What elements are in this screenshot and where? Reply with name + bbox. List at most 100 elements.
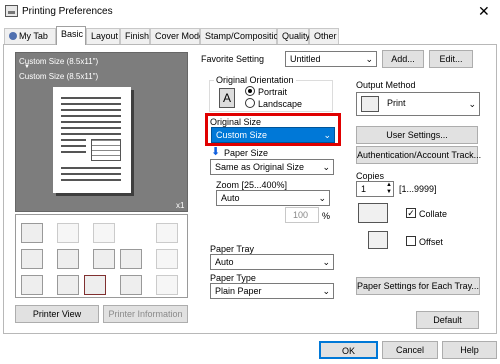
button-label: OK [341, 346, 355, 356]
paper-size-select[interactable]: Same as Original Size ⌄ [210, 159, 334, 175]
poster-icon [57, 249, 79, 269]
tab-label: My Tab [19, 31, 48, 41]
portrait-page-icon: A [219, 88, 235, 108]
tab-label: Finish [125, 31, 150, 41]
cancel-button[interactable]: Cancel [382, 341, 438, 359]
text-icon [93, 249, 115, 269]
select-value: Print [387, 98, 406, 108]
offset-checkbox[interactable] [406, 236, 416, 246]
copies-value: 1 [361, 184, 367, 194]
preview-copies: x1 [176, 201, 185, 210]
help-button[interactable]: Help [442, 341, 497, 359]
offset-label: Offset [419, 237, 443, 247]
tab-stamp-composition[interactable]: Stamp/Composition [200, 28, 284, 44]
preview-output-label: Custom Size (8.5x11") [19, 72, 99, 81]
function-icon-panel [15, 214, 188, 298]
button-label: Authentication/Account Track... [357, 150, 482, 160]
button-label: Default [433, 315, 462, 325]
paper-settings-each-tray-button[interactable]: Paper Settings for Each Tray... [356, 277, 480, 295]
button-label: User Settings... [386, 130, 448, 140]
account-icon [84, 275, 106, 295]
user-settings-button[interactable]: User Settings... [356, 126, 478, 144]
preview-paper-label: Custom Size (8.5x11") [19, 57, 99, 66]
zoom-unit: % [322, 211, 331, 221]
button-label: Cancel [395, 345, 424, 355]
ok-button[interactable]: OK [319, 341, 378, 359]
zoom-label: Zoom [25...400%] [216, 180, 288, 190]
chevron-down-icon: ⌄ [322, 162, 330, 172]
orientation-group-label: Original Orientation [214, 75, 296, 85]
select-value: Plain Paper [215, 286, 262, 296]
button-label: Printer View [32, 309, 82, 319]
staple-icon [156, 223, 178, 243]
portrait-label: Portrait [258, 87, 288, 97]
output-method-label: Output Method [356, 80, 416, 90]
select-value: Auto [221, 193, 240, 203]
arrow-down-icon: ▼ [24, 64, 30, 70]
tab-basic[interactable]: Basic [56, 26, 86, 45]
collate-label: Collate [419, 209, 448, 219]
copies-range: [1...9999] [399, 184, 437, 194]
table-graphic [91, 139, 121, 161]
chevron-down-icon: ⌄ [318, 193, 326, 203]
tab-finish[interactable]: Finish [120, 28, 150, 44]
button-label: Printer Information [108, 309, 183, 319]
highlight-box [205, 113, 341, 146]
landscape-radio[interactable] [245, 98, 255, 108]
window-title: Printing Preferences [22, 6, 113, 17]
tab-quality[interactable]: Quality [277, 28, 311, 44]
chevron-down-icon: ⌄ [468, 99, 476, 109]
person-icon [9, 32, 17, 40]
fold-icon [21, 275, 43, 295]
spin-value: 100 [292, 210, 308, 220]
tab-label: Other [314, 31, 337, 41]
output-method-select[interactable]: Print ⌄ [356, 92, 480, 116]
booklet-icon [21, 249, 43, 269]
paper-tray-select[interactable]: Auto ⌄ [210, 254, 334, 270]
offset-icon [368, 231, 388, 249]
add-favorite-button[interactable]: Add... [382, 50, 424, 68]
collate-icon [358, 203, 388, 223]
punch-icon [156, 249, 178, 269]
paper-type-select[interactable]: Plain Paper ⌄ [210, 283, 334, 299]
tab-label: Layout [91, 31, 119, 41]
watermark-icon [120, 249, 142, 269]
tab-strip: My Tab Basic Layout Finish Cover Mode St… [0, 26, 500, 45]
printer-information-button[interactable]: Printer Information [103, 305, 188, 323]
close-icon[interactable]: ✕ [478, 3, 490, 20]
favorite-setting-label: Favorite Setting [201, 54, 265, 64]
tab-cover-mode[interactable]: Cover Mode [150, 28, 204, 44]
spin-arrows-icon[interactable]: ▲ ▼ [386, 182, 392, 196]
tray-icon [156, 275, 178, 295]
button-label: Edit... [439, 54, 463, 64]
copies-input[interactable]: 1 ▲ ▼ [356, 181, 394, 197]
authentication-account-track-button[interactable]: Authentication/Account Track... [356, 146, 482, 164]
select-value: Untitled [290, 54, 321, 64]
favorite-setting-select[interactable]: Untitled ⌄ [285, 51, 377, 67]
printer-view-button[interactable]: Printer View [15, 305, 99, 323]
user-icon [57, 275, 79, 295]
chevron-down-icon: ⌄ [322, 286, 330, 296]
landscape-label: Landscape [258, 99, 303, 109]
tab-my-tab[interactable]: My Tab [4, 28, 56, 44]
copies-label: Copies [356, 171, 385, 181]
print-icon [21, 223, 43, 243]
edit-favorite-button[interactable]: Edit... [429, 50, 473, 68]
tab-label: Basic [61, 29, 84, 39]
portrait-radio[interactable] [245, 86, 255, 96]
paper-size-label: Paper Size [224, 148, 269, 158]
button-label: Help [460, 345, 479, 355]
select-value: Auto [215, 257, 234, 267]
paper-type-label: Paper Type [210, 273, 256, 283]
arrow-down-icon: ⬇ [211, 146, 221, 158]
tab-label: Stamp/Composition [205, 31, 284, 41]
tab-label: Quality [282, 31, 311, 41]
zoom-select[interactable]: Auto ⌄ [216, 190, 330, 206]
zoom-spin-input[interactable]: 100 [285, 207, 319, 223]
button-label: Add... [391, 54, 415, 64]
tab-layout[interactable]: Layout [86, 28, 120, 44]
collate-checkbox[interactable]: ✓ [406, 208, 416, 218]
tab-other[interactable]: Other [309, 28, 339, 44]
printer-output-icon [361, 96, 379, 112]
default-button[interactable]: Default [416, 311, 479, 329]
